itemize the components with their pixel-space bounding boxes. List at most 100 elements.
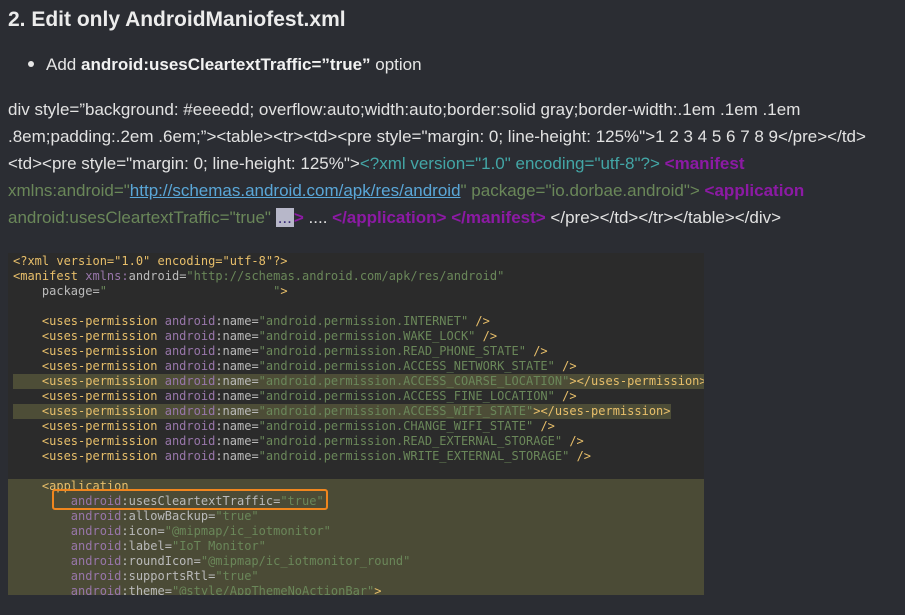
code-token-tagend: /> xyxy=(562,434,584,448)
code-token-val: "@mipmap/ic_iotmonitor_round" xyxy=(200,554,411,568)
code-token-ns: android xyxy=(164,344,216,358)
code-token-tagend: > xyxy=(280,284,288,298)
code-token-attr: :name xyxy=(215,449,252,463)
code-token-tagend: /> xyxy=(468,314,490,328)
code-token-tagend: ></uses-permission> xyxy=(533,404,671,418)
code-line-text: <uses-permission android:name="android.p… xyxy=(13,329,497,344)
code-line-text: <uses-permission android:name="android.p… xyxy=(13,359,577,374)
code-token-attr: :name xyxy=(215,359,252,373)
code-token-indent xyxy=(13,344,42,358)
code-line: <uses-permission android:name="android.p… xyxy=(8,344,704,359)
code-token-val: "android.permission.READ_PHONE_STATE" xyxy=(258,344,526,358)
code-token-indent xyxy=(13,374,42,388)
highlight-box xyxy=(52,489,328,510)
code-token-attr: :roundIcon xyxy=(121,554,194,568)
code-token-indent xyxy=(13,434,42,448)
code-line-text: android:theme="@style/AppThemeNoActionBa… xyxy=(13,584,382,595)
code-token-val: "http://schemas.android.com/apk/res/andr… xyxy=(186,269,505,283)
code-token-tag: <uses-permission xyxy=(41,419,165,433)
prose-xmlns-attr: xmlns:android=" xyxy=(8,181,130,200)
code-token-indent xyxy=(13,359,42,373)
code-line: <uses-permission android:name="android.p… xyxy=(8,329,704,344)
code-token-tagend: /> xyxy=(525,344,548,358)
code-line: <uses-permission android:name="android.p… xyxy=(8,314,704,329)
code-token-attr: :name xyxy=(215,314,252,328)
code-token-tagend: ></uses-permission> xyxy=(569,374,704,388)
code-token-indent xyxy=(13,329,42,343)
code-line: android:roundIcon="@mipmap/ic_iotmonitor… xyxy=(8,554,704,569)
code-token-eq: = xyxy=(251,329,259,343)
code-token-indent xyxy=(13,389,42,403)
code-token-attr: :allowBackup xyxy=(121,509,209,523)
bullet-item: Add android:usesCleartextTraffic=”true” … xyxy=(28,52,422,78)
code-token-tagend: /> xyxy=(569,449,592,463)
code-token-eq: = xyxy=(251,374,259,388)
code-token-eq: = xyxy=(164,584,172,595)
code-token-eq: = xyxy=(251,404,259,418)
code-token-ns: android xyxy=(164,449,216,463)
code-token-eq: = xyxy=(251,434,259,448)
bullet-list: Add android:usesCleartextTraffic=”true” … xyxy=(28,52,422,78)
code-line: android:allowBackup="true" xyxy=(8,509,704,524)
code-token-ns: android xyxy=(164,434,216,448)
code-token-eq: = xyxy=(164,539,172,553)
code-token-val: "true" xyxy=(215,569,259,583)
code-token-attr: :icon xyxy=(121,524,158,538)
code-line-text: <uses-permission android:name="android.p… xyxy=(13,344,548,359)
code-token-indent xyxy=(13,419,42,433)
code-line: android:icon="@mipmap/ic_iotmonitor" xyxy=(8,524,704,539)
code-line-text: android:supportsRtl="true" xyxy=(13,569,259,584)
bullet-bold-code: android:usesCleartextTraffic=”true” xyxy=(80,55,371,74)
code-line: android:supportsRtl="true" xyxy=(8,569,704,584)
code-token-indent xyxy=(13,479,42,493)
section-heading: 2. Edit only AndroidManiofest.xml xyxy=(8,8,346,31)
code-token-tag: <uses-permission xyxy=(41,389,165,403)
code-line: <uses-permission android:name="android.p… xyxy=(8,404,704,419)
code-token-tag: <uses-permission xyxy=(41,344,165,358)
code-line: <uses-permission android:name="android.p… xyxy=(8,449,704,464)
code-token-val: "android.permission.READ_EXTERNAL_STORAG… xyxy=(258,434,563,448)
code-line: <uses-permission android:name="android.p… xyxy=(8,359,704,374)
code-line-text: <uses-permission android:name="android.p… xyxy=(13,389,577,404)
code-token-tagend: /> xyxy=(533,419,555,433)
code-token-val: "android.permission.ACCESS_NETWORK_STATE… xyxy=(258,359,555,373)
code-token-ns: android xyxy=(164,329,216,343)
code-token-ns: android xyxy=(164,419,216,433)
code-token-ns: android xyxy=(164,404,216,418)
code-token-val: "android.permission.CHANGE_WIFI_STATE" xyxy=(258,419,534,433)
code-line-text: <?xml version="1.0" encoding="utf-8"?> xyxy=(13,254,288,269)
code-line-text: <uses-permission android:name="android.p… xyxy=(13,404,671,419)
code-token-attr: :name xyxy=(215,344,252,358)
code-token-indent xyxy=(13,524,71,538)
code-token-indent xyxy=(13,404,42,418)
prose-gt: > xyxy=(293,208,304,227)
code-token-tag: <uses-permission xyxy=(41,374,165,388)
code-line-text: android:label="IoT Monitor" xyxy=(13,539,266,554)
schemas-link[interactable]: http://schemas.android.com/apk/res/andro… xyxy=(130,181,461,200)
code-token-val: "@style/AppThemeNoActionBar" xyxy=(171,584,375,595)
code-token-val: "android.permission.ACCESS_WIFI_STATE" xyxy=(258,404,534,418)
code-token-ns: android xyxy=(70,569,122,583)
prose-selection: ... xyxy=(275,208,294,227)
code-token-tagend: /> xyxy=(475,329,498,343)
code-token-indent xyxy=(13,554,71,568)
code-line: <uses-permission android:name="android.p… xyxy=(8,434,704,449)
prose-manifest-open: <manifest xyxy=(664,154,745,173)
bullet-dot-icon xyxy=(28,60,34,67)
code-line-text: <uses-permission android:name="android.p… xyxy=(13,449,591,464)
code-token-attr: :name xyxy=(215,419,252,433)
code-token-ns: android xyxy=(164,314,216,328)
code-token-tag: <uses-permission xyxy=(41,449,165,463)
bullet-suffix: option xyxy=(370,55,422,74)
prose-application-open: <application xyxy=(704,181,805,200)
code-line: android:label="IoT Monitor" xyxy=(8,539,704,554)
code-token-val: "true" xyxy=(215,509,259,523)
code-token-tag: <uses-permission xyxy=(41,404,165,418)
code-token-eq: = xyxy=(251,314,259,328)
code-token-indent xyxy=(13,569,71,583)
code-token-eq: = xyxy=(193,554,201,568)
code-token-attr: android xyxy=(128,269,180,283)
code-token-attr: :supportsRtl xyxy=(121,569,209,583)
code-token-attr: :name xyxy=(215,434,252,448)
